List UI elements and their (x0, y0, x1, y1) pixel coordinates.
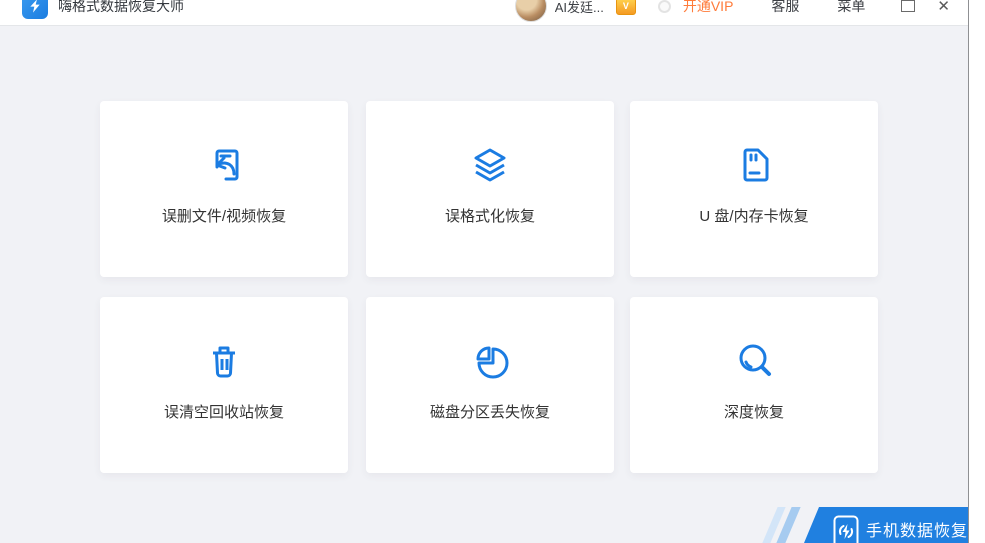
coin-icon (657, 0, 671, 13)
card-format-recovery[interactable]: 误格式化恢复 (366, 101, 614, 277)
customer-service-link[interactable]: 客服 (771, 0, 799, 16)
username[interactable]: AI发廷... (555, 0, 604, 16)
card-recycle-bin-recovery[interactable]: 误清空回收站恢复 (100, 297, 348, 473)
phone-recovery-banner[interactable]: 手机数据恢复 (762, 507, 969, 543)
magnifier-icon (730, 337, 778, 385)
file-undo-icon (200, 141, 248, 189)
minimize-button[interactable] (901, 0, 916, 12)
titlebar: 嗨格式数据恢复大师 AI发廷... V 开通VIP 客服 菜单 ✕ (0, 0, 968, 26)
card-label: 深度恢复 (723, 404, 784, 421)
card-deleted-file-video-recovery[interactable]: 误删文件/视频恢复 (100, 101, 348, 277)
pie-disk-icon (466, 337, 514, 385)
card-label: 磁盘分区丢失恢复 (429, 404, 550, 421)
menu-link[interactable]: 菜单 (837, 0, 865, 16)
phone-recovery-icon (833, 515, 859, 543)
avatar[interactable] (514, 0, 547, 22)
close-button[interactable]: ✕ (937, 0, 950, 15)
trash-icon (200, 337, 248, 385)
card-label: 误格式化恢复 (444, 208, 535, 225)
app-title: 嗨格式数据恢复大师 (58, 0, 184, 14)
card-usb-memory-card-recovery[interactable]: U 盘/内存卡恢复 (630, 101, 878, 277)
screenshot-root: 嗨格式数据恢复大师 AI发廷... V 开通VIP 客服 菜单 ✕ 误删文件/视… (0, 0, 985, 543)
titlebar-row: 嗨格式数据恢复大师 AI发廷... V 开通VIP 客服 菜单 ✕ (0, 0, 968, 25)
vip-badge-icon: V (615, 0, 636, 15)
phone-recovery-label: 手机数据恢复 (866, 523, 969, 540)
app-window: 嗨格式数据恢复大师 AI发廷... V 开通VIP 客服 菜单 ✕ 误删文件/视… (0, 0, 969, 543)
card-label: 误删文件/视频恢复 (161, 208, 287, 225)
card-label: U 盘/内存卡恢复 (699, 208, 809, 225)
layers-icon (466, 141, 514, 189)
card-disk-partition-recovery[interactable]: 磁盘分区丢失恢复 (366, 297, 614, 473)
sd-card-icon (730, 141, 778, 189)
app-logo-icon (22, 0, 48, 19)
upgrade-vip-link[interactable]: 开通VIP (683, 0, 734, 16)
card-deep-recovery[interactable]: 深度恢复 (630, 297, 878, 473)
card-label: 误清空回收站恢复 (163, 404, 284, 421)
